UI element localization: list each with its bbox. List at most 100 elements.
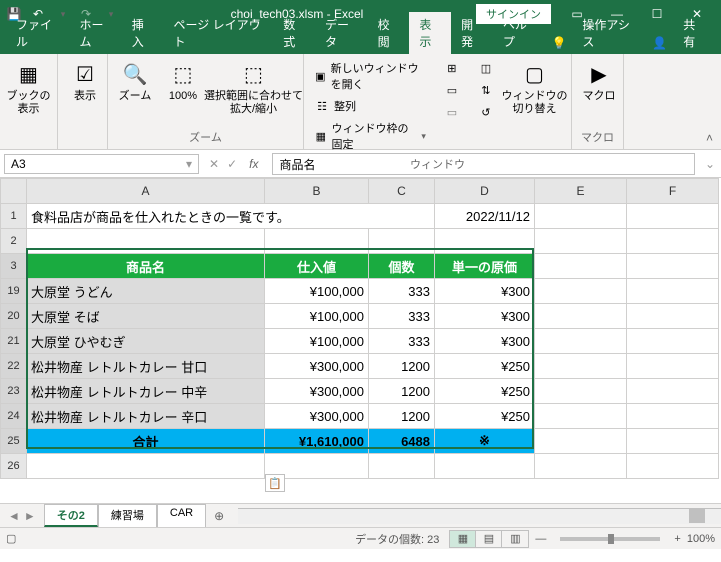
cell[interactable]: 333 [369, 304, 435, 329]
cell[interactable]: 大原堂 ひやむぎ [27, 329, 265, 354]
macros-button[interactable]: ▶ マクロ [578, 58, 620, 105]
cell[interactable] [535, 429, 627, 454]
cell[interactable] [627, 204, 719, 229]
cell[interactable] [627, 254, 719, 279]
tab-view[interactable]: 表示 [409, 12, 451, 54]
tab-formulas[interactable]: 数式 [273, 12, 315, 54]
cell[interactable]: 333 [369, 329, 435, 354]
cell[interactable]: ¥100,000 [265, 329, 369, 354]
row-header[interactable]: 21 [1, 329, 27, 354]
row-header[interactable]: 2 [1, 229, 27, 254]
cell[interactable] [627, 429, 719, 454]
cell[interactable] [535, 379, 627, 404]
formula-input[interactable]: 商品名 [272, 153, 694, 175]
cell[interactable]: 大原堂 そば [27, 304, 265, 329]
cell[interactable]: ¥300,000 [265, 404, 369, 429]
cell[interactable]: ※ [435, 429, 535, 454]
cell[interactable]: ¥300,000 [265, 354, 369, 379]
tab-file[interactable]: ファイル [6, 12, 69, 54]
cell[interactable]: 仕入値 [265, 254, 369, 279]
cell[interactable]: 1200 [369, 354, 435, 379]
cell[interactable]: 単一の原価 [435, 254, 535, 279]
cell[interactable] [27, 454, 265, 479]
select-all-corner[interactable] [1, 179, 27, 204]
tab-developer[interactable]: 開発 [451, 12, 493, 54]
cell[interactable]: ¥300 [435, 279, 535, 304]
cell[interactable]: ¥250 [435, 404, 535, 429]
row-header[interactable]: 24 [1, 404, 27, 429]
redo-icon[interactable]: ↷ [78, 6, 94, 22]
cell[interactable] [435, 454, 535, 479]
unhide-button[interactable]: ▭ [440, 102, 464, 122]
cell[interactable]: ¥100,000 [265, 279, 369, 304]
cell[interactable]: 食料品店が商品を仕入れたときの一覧です。 [27, 204, 435, 229]
cell[interactable]: 6488 [369, 429, 435, 454]
zoom-out-icon[interactable]: — [529, 533, 552, 545]
cell[interactable]: 松井物産 レトルトカレー 甘口 [27, 354, 265, 379]
cell[interactable] [27, 229, 265, 254]
cell[interactable] [627, 329, 719, 354]
row-header[interactable]: 20 [1, 304, 27, 329]
sheet-nav-prev-icon[interactable]: ◄ [8, 509, 20, 523]
cell[interactable]: 333 [369, 279, 435, 304]
cell[interactable]: ¥300 [435, 304, 535, 329]
cell[interactable] [369, 454, 435, 479]
cell[interactable] [535, 404, 627, 429]
cell[interactable] [535, 329, 627, 354]
lightbulb-icon[interactable]: 💡 [545, 32, 572, 54]
freeze-panes-button[interactable]: ▦ウィンドウ枠の固定 [310, 118, 430, 154]
view-side-button[interactable]: ◫ [474, 58, 498, 78]
zoom-level[interactable]: 100% [687, 533, 715, 545]
new-window-button[interactable]: ▣新しいウィンドウを開く [310, 58, 430, 94]
enter-formula-icon[interactable]: ✓ [227, 157, 237, 171]
split-button[interactable]: ⊞ [440, 58, 464, 78]
share-button[interactable]: 共有 [673, 12, 715, 54]
paste-options-icon[interactable]: 📋 [265, 474, 285, 492]
col-header-f[interactable]: F [627, 179, 719, 204]
horizontal-scrollbar[interactable] [238, 508, 721, 524]
cell[interactable] [265, 229, 369, 254]
cell[interactable]: 個数 [369, 254, 435, 279]
zoom-in-icon[interactable]: + [668, 533, 686, 545]
tell-me[interactable]: 操作アシス [572, 12, 646, 54]
switch-windows-button[interactable]: ▢ ウィンドウの 切り替え [504, 58, 565, 118]
cell[interactable] [627, 354, 719, 379]
cell[interactable] [627, 279, 719, 304]
zoom-100-button[interactable]: ⬚ 100% [162, 58, 204, 105]
row-header[interactable]: 22 [1, 354, 27, 379]
cell[interactable] [627, 379, 719, 404]
cell[interactable]: ¥250 [435, 354, 535, 379]
col-header-e[interactable]: E [535, 179, 627, 204]
cell[interactable] [627, 304, 719, 329]
col-header-c[interactable]: C [369, 179, 435, 204]
cell[interactable] [369, 229, 435, 254]
cell[interactable] [435, 229, 535, 254]
share-icon[interactable]: 👤 [646, 32, 673, 54]
cell[interactable] [535, 454, 627, 479]
name-box[interactable]: A3 ▾ [4, 154, 199, 174]
fx-icon[interactable]: fx [245, 157, 262, 171]
cell[interactable]: ¥100,000 [265, 304, 369, 329]
spreadsheet-grid[interactable]: A B C D E F 1 食料品店が商品を仕入れたときの一覧です。 2022/… [0, 178, 719, 479]
cell[interactable]: ¥1,610,000 [265, 429, 369, 454]
page-layout-view-icon[interactable]: ▤ [476, 531, 502, 547]
col-header-a[interactable]: A [27, 179, 265, 204]
sheet-tab[interactable]: その2 [44, 504, 98, 527]
macro-record-icon[interactable]: ▢ [6, 532, 16, 545]
cell[interactable]: 商品名 [27, 254, 265, 279]
row-header[interactable]: 25 [1, 429, 27, 454]
cell[interactable]: ¥300 [435, 329, 535, 354]
cell[interactable] [535, 254, 627, 279]
name-box-dropdown-icon[interactable]: ▾ [186, 157, 192, 171]
cell[interactable] [627, 454, 719, 479]
cell[interactable]: ¥250 [435, 379, 535, 404]
workbook-views-button[interactable]: ▦ ブックの 表示 [6, 58, 51, 118]
arrange-button[interactable]: ☷整列 [310, 96, 430, 116]
tab-page-layout[interactable]: ページ レイアウト [164, 12, 274, 54]
cell[interactable] [535, 279, 627, 304]
cancel-formula-icon[interactable]: ✕ [209, 157, 219, 171]
sheet-nav-next-icon[interactable]: ► [24, 509, 36, 523]
cell[interactable] [535, 354, 627, 379]
cell[interactable] [535, 204, 627, 229]
row-header[interactable]: 19 [1, 279, 27, 304]
